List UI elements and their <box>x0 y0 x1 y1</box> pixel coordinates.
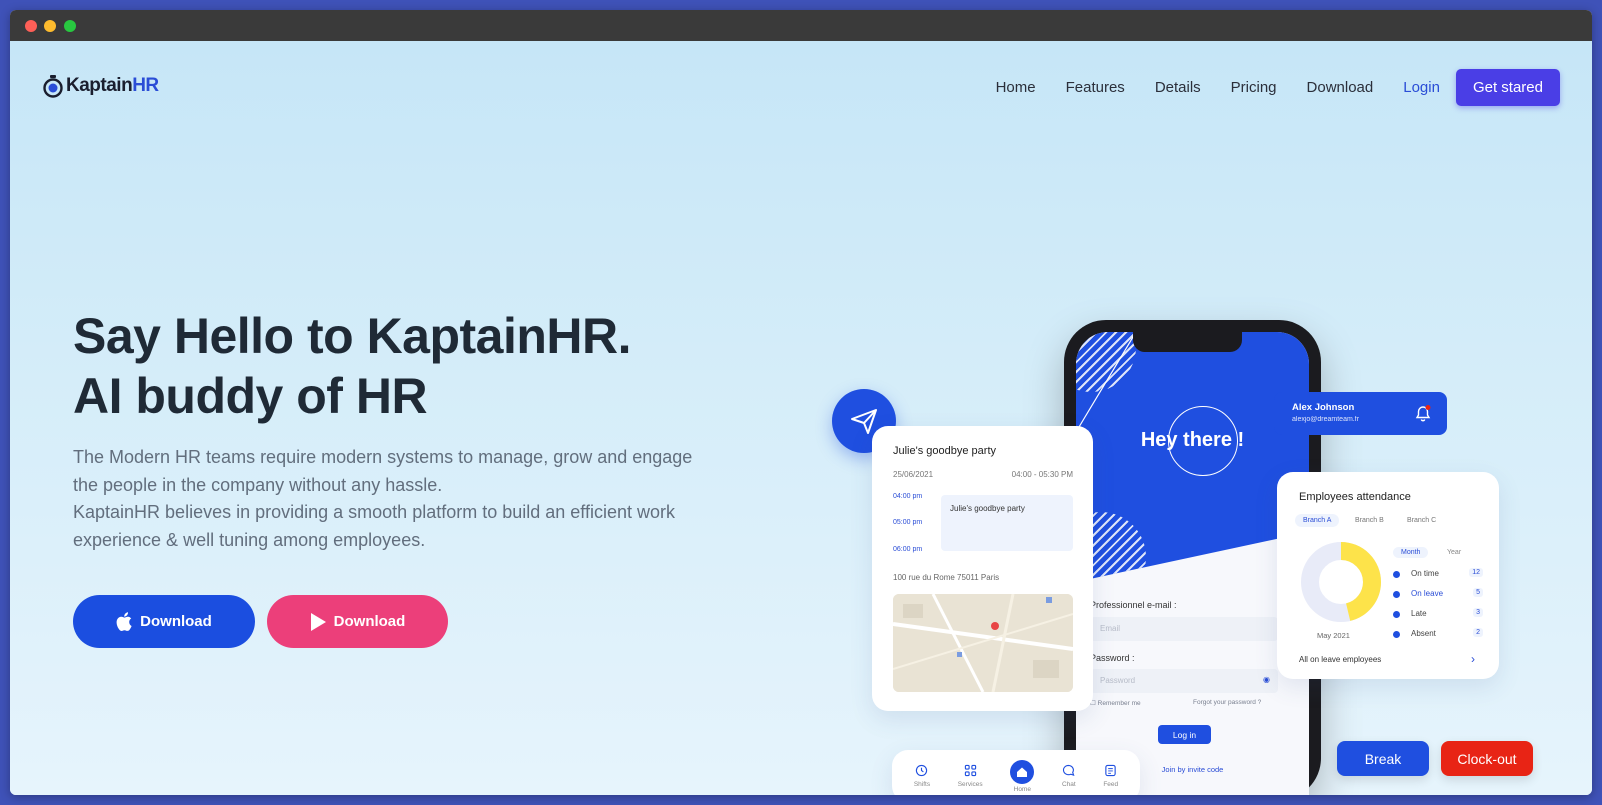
time-slot: 06:00 pm <box>893 546 923 553</box>
password-field[interactable]: Password ◉ <box>1090 669 1278 693</box>
hero-desc-line-1: The Modern HR teams require modern syste… <box>73 447 693 467</box>
phone-login-button[interactable]: Log in <box>1158 725 1211 744</box>
legend-label: Absent <box>1411 629 1436 638</box>
on-leave-employees-link[interactable]: All on leave employees <box>1299 655 1381 664</box>
event-title: Julie's goodbye party <box>893 445 996 457</box>
attendance-title: Employees attendance <box>1299 491 1411 503</box>
nav-features[interactable]: Features <box>1066 79 1125 96</box>
period-toggle-year[interactable]: Year <box>1439 547 1469 558</box>
chat-bubble-icon <box>1063 764 1075 777</box>
remember-me-checkbox[interactable]: ☐ Remember me <box>1090 699 1141 707</box>
attendance-card: Employees attendance Branch A Branch B B… <box>1277 472 1499 679</box>
hero-title-line-2: AI buddy of HR <box>73 368 428 424</box>
tab-feed-label: Feed <box>1103 781 1119 788</box>
hero-title-line-1: Say Hello to KaptainHR. <box>73 308 632 364</box>
legend-bullet <box>1393 591 1400 598</box>
tab-feed[interactable]: Feed <box>1103 764 1118 788</box>
hero-desc-line-4: experience & well tuning among employees… <box>73 529 426 550</box>
legend-count: 3 <box>1473 608 1483 617</box>
branch-tab-a[interactable]: Branch A <box>1295 514 1340 527</box>
phone-notch <box>1133 332 1242 352</box>
chevron-right-icon[interactable]: › <box>1471 652 1475 666</box>
tab-services-label: Services <box>957 781 983 788</box>
feed-icon <box>1105 764 1116 777</box>
browser-window: KaptainHR Home Features Details Pricing … <box>10 10 1592 795</box>
tab-chat[interactable]: Chat <box>1062 764 1076 788</box>
nav-login[interactable]: Login <box>1403 79 1440 96</box>
grid-icon <box>964 764 976 777</box>
legend-bullet <box>1393 611 1400 618</box>
tab-services[interactable]: Services <box>958 764 983 788</box>
forgot-password-link[interactable]: Forgot your password ? <box>1193 699 1261 706</box>
event-card: Julie's goodbye party 25/06/2021 04:00 -… <box>872 426 1093 711</box>
legend-label: On leave <box>1411 589 1444 598</box>
break-button[interactable]: Break <box>1337 741 1429 776</box>
nav-pricing[interactable]: Pricing <box>1231 79 1277 96</box>
legend-count: 2 <box>1473 628 1483 637</box>
branch-tab-c[interactable]: Branch C <box>1399 514 1444 527</box>
get-started-button[interactable]: Get stared <box>1455 69 1560 106</box>
home-icon <box>1010 759 1035 784</box>
minimize-window-button[interactable] <box>44 20 56 32</box>
app-tab-bar: Shifts Services Home Chat Feed <box>892 750 1140 795</box>
tab-chat-label: Chat <box>1061 781 1076 788</box>
event-address: 100 rue du Rome 75011 Paris <box>893 573 1000 582</box>
period-toggle-month[interactable]: Month <box>1393 547 1429 558</box>
clock-out-button[interactable]: Clock-out <box>1441 741 1533 776</box>
nav-details[interactable]: Details <box>1155 79 1201 96</box>
branch-tab-b[interactable]: Branch B <box>1347 514 1392 527</box>
close-window-button[interactable] <box>25 20 37 32</box>
legend-count: 5 <box>1473 588 1483 597</box>
hero-desc-line-3: KaptainHR believes in providing a smooth… <box>73 502 675 522</box>
legend-label: On time <box>1411 569 1440 578</box>
logo[interactable]: KaptainHR <box>42 74 159 98</box>
tab-home[interactable]: Home <box>1010 759 1035 793</box>
title-bar <box>10 10 1592 41</box>
event-block[interactable]: Julie's goodbye party <box>941 495 1073 551</box>
remember-me-label: Remember me <box>1097 700 1141 707</box>
hero-title: Say Hello to KaptainHR. AI buddy of HR <box>73 306 632 426</box>
clock-icon <box>916 764 928 777</box>
eye-icon[interactable]: ◉ <box>1263 675 1270 684</box>
legend-count: 12 <box>1469 568 1483 577</box>
user-name: Alex Johnson <box>1292 402 1355 413</box>
legend-label: Late <box>1411 609 1427 618</box>
email-field[interactable]: Email <box>1090 617 1278 641</box>
greeting-text: Hey there ! <box>1140 429 1245 451</box>
play-icon <box>310 612 326 631</box>
password-label: Password : <box>1090 653 1135 663</box>
app-store-download-button[interactable]: Download <box>73 595 255 648</box>
email-label: Professionnel e-mail : <box>1090 600 1177 610</box>
main-nav: Home Features Details Pricing Download L… <box>996 69 1560 106</box>
play-store-download-label: Download <box>333 613 406 630</box>
logo-text: KaptainHR <box>66 75 159 96</box>
event-date: 25/06/2021 <box>893 470 934 479</box>
user-email: alexjo@dreamteam.fr <box>1292 416 1360 423</box>
nav-home[interactable]: Home <box>996 79 1036 96</box>
bell-icon[interactable] <box>1415 405 1431 427</box>
stopwatch-icon <box>42 74 64 98</box>
attendance-donut-chart <box>1301 542 1381 622</box>
password-placeholder: Password <box>1100 676 1136 685</box>
maximize-window-button[interactable] <box>64 20 76 32</box>
time-slot: 04:00 pm <box>893 493 923 500</box>
attendance-month-caption: May 2021 <box>1317 631 1350 640</box>
play-store-download-button[interactable]: Download <box>267 595 448 648</box>
hero-description: The Modern HR teams require modern syste… <box>73 444 733 554</box>
map-pin-icon <box>991 622 999 630</box>
nav-download[interactable]: Download <box>1307 79 1374 96</box>
tab-shifts[interactable]: Shifts <box>914 764 930 788</box>
event-time: 04:00 - 05:30 PM <box>1011 470 1073 479</box>
map-thumbnail[interactable] <box>893 594 1073 692</box>
legend-bullet <box>1393 631 1400 638</box>
legend-bullet <box>1393 571 1400 578</box>
app-store-download-label: Download <box>140 613 212 630</box>
hero-desc-line-2: the people in the company without any ha… <box>73 474 443 495</box>
tab-home-label: Home <box>1013 785 1031 793</box>
time-slot: 05:00 pm <box>893 519 923 526</box>
apple-icon <box>116 612 132 631</box>
tab-shifts-label: Shifts <box>913 781 931 788</box>
landing-page: KaptainHR Home Features Details Pricing … <box>10 41 1592 795</box>
